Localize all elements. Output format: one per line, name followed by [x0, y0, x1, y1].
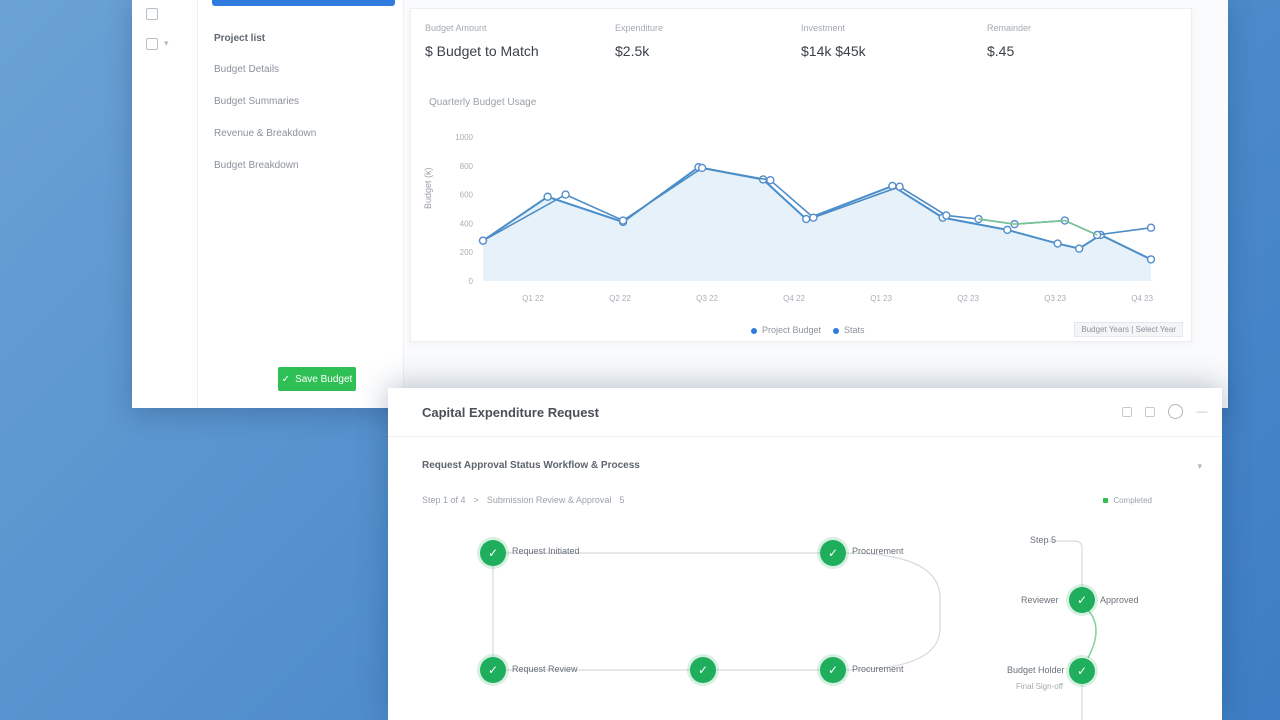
sidebar-item-revenue-breakdown[interactable]: Revenue & Breakdown	[214, 128, 316, 139]
legend-item[interactable]: Project Budget	[751, 325, 821, 335]
dashboard-window: ▾ Project list Budget Details Budget Sum…	[132, 0, 1228, 408]
sidebar-item-budget-breakdown[interactable]: Budget Breakdown	[214, 160, 299, 171]
check-icon: ✓	[487, 546, 499, 560]
workflow-node-reviewer[interactable]: ✓	[1069, 587, 1095, 613]
capex-request-dialog: Capital Expenditure Request — Request Ap…	[388, 388, 1222, 720]
legend-item[interactable]: Stats	[833, 325, 865, 335]
node-right-label: Approved	[1100, 595, 1139, 605]
x-tick-label: Q4 22	[783, 294, 805, 303]
legend-label: Stats	[844, 325, 865, 335]
node-left-label: Reviewer	[1021, 595, 1059, 605]
x-tick-label: Q4 23	[1131, 294, 1153, 303]
sidebar-heading: Project list	[214, 33, 266, 44]
x-tick-label: Q3 22	[696, 294, 718, 303]
icon-rail: ▾	[132, 0, 198, 408]
workflow-node-procurement-final[interactable]: ✓	[820, 657, 846, 683]
check-icon: ✓	[1076, 593, 1088, 607]
save-budget-label: Save Budget	[295, 373, 353, 385]
node-label: Procurement	[852, 664, 904, 674]
legend-dot-icon	[751, 327, 757, 334]
x-tick-label: Q1 23	[870, 294, 892, 303]
check-icon: ✓	[487, 663, 499, 677]
sidebar-item-budget-details[interactable]: Budget Details	[214, 64, 279, 75]
check-icon: ✓	[827, 663, 839, 677]
legend-dot-icon	[833, 327, 840, 334]
workflow-node-budget-holder[interactable]: ✓	[1069, 658, 1095, 684]
data-point[interactable]	[802, 214, 811, 224]
new-project-button[interactable]	[212, 0, 395, 6]
stats-card: Budget Amount $ Budget to Match Expendit…	[410, 8, 1192, 342]
check-icon: ✓	[697, 663, 709, 677]
data-point[interactable]	[1146, 223, 1156, 232]
x-tick-label: Q2 22	[609, 294, 631, 303]
series-area	[483, 167, 1151, 281]
workflow-node-procurement[interactable]: ✓	[820, 540, 846, 566]
node-sub-label: Final Sign-off	[1016, 682, 1063, 691]
step-label: Step 5	[1030, 535, 1057, 545]
node-left-label: Budget Holder	[1007, 665, 1065, 675]
data-point[interactable]	[561, 190, 570, 199]
folder-icon[interactable]	[146, 38, 158, 50]
check-icon: ✓	[1076, 664, 1088, 678]
data-point[interactable]	[766, 175, 775, 185]
workflow-node-request-initiated[interactable]: ✓	[480, 540, 506, 566]
data-point[interactable]	[618, 216, 628, 225]
check-icon: ✓	[827, 546, 839, 560]
x-tick-label: Q2 23	[957, 294, 979, 303]
legend-label: Project Budget	[762, 325, 822, 335]
y-tick-label: 200	[460, 248, 474, 257]
home-icon[interactable]	[146, 8, 158, 20]
sidebar-item-budget-summaries[interactable]: Budget Summaries	[214, 96, 299, 107]
data-point[interactable]	[942, 211, 951, 220]
data-point[interactable]	[1003, 225, 1012, 235]
x-tick-label: Q1 22	[522, 294, 544, 303]
budget-line-chart: 0 200 400 600 800 1000 Q1 22 Q2 22 Q3 22 Q4 22 Q1 …	[455, 133, 1156, 303]
data-point[interactable]	[1146, 255, 1156, 264]
y-tick-label: 0	[469, 277, 474, 286]
main-content: Budget Amount $ Budget to Match Expendit…	[404, 0, 1228, 408]
data-point[interactable]	[1074, 244, 1084, 253]
data-point[interactable]	[543, 192, 552, 201]
save-budget-button[interactable]: ✓ Save Budget	[278, 367, 356, 391]
data-point[interactable]	[478, 236, 488, 245]
chart-legend: Project Budget Stats	[751, 325, 865, 335]
data-point[interactable]	[895, 182, 904, 191]
node-label: Request Review	[512, 664, 578, 674]
y-tick-label: 600	[460, 191, 474, 200]
y-tick-label: 1000	[455, 133, 473, 142]
data-point[interactable]	[809, 213, 818, 222]
data-point[interactable]	[1053, 239, 1062, 248]
y-tick-label: 400	[460, 219, 474, 228]
node-label: Procurement	[852, 546, 904, 556]
x-tick-label: Q3 23	[1044, 294, 1066, 303]
workflow-node-middle[interactable]: ✓	[690, 657, 716, 683]
project-sidebar: Project list Budget Details Budget Summa…	[198, 0, 404, 408]
workflow-node-request-review[interactable]: ✓	[480, 657, 506, 683]
year-selector[interactable]: Budget Years | Select Year	[1074, 322, 1183, 337]
y-tick-label: 800	[460, 162, 474, 171]
check-icon: ✓	[281, 373, 291, 385]
node-label: Request Initiated	[512, 546, 580, 556]
chevron-down-icon[interactable]: ▾	[164, 38, 169, 49]
data-point[interactable]	[697, 163, 707, 173]
